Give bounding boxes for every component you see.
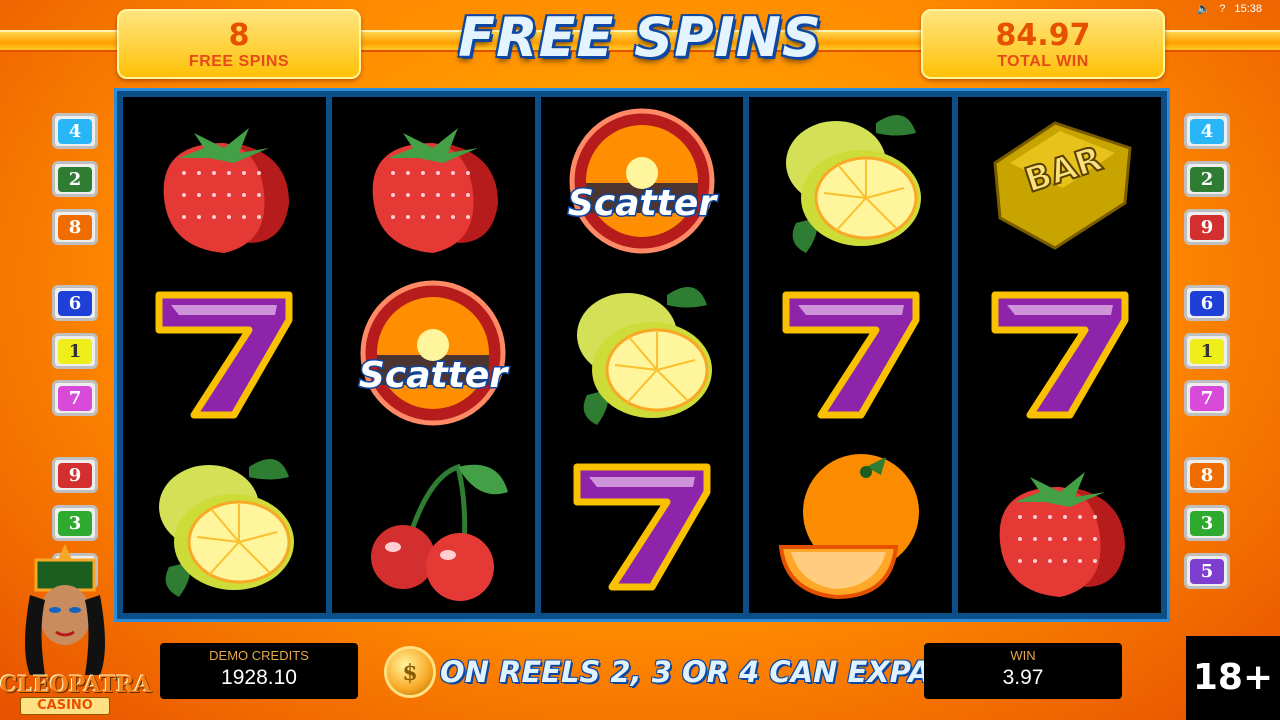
help-button[interactable]: ? (1219, 3, 1225, 15)
age-restriction-badge: 18+ (1186, 636, 1280, 720)
free-spins-count: 8 (228, 18, 250, 53)
payline-number: 9 (1190, 214, 1224, 240)
payline-marker-left[interactable]: 1 (52, 333, 98, 369)
lemon-symbol (749, 97, 952, 269)
scatter-symbol: Scatter (541, 97, 744, 269)
free-spins-label: FREE SPINS (188, 53, 290, 70)
system-bar: 🔈 ? 15:38 (1191, 2, 1262, 15)
lemon-symbol (123, 441, 326, 613)
total-win-box: 84.97 TOTAL WIN (921, 9, 1165, 79)
svg-text:$: $ (402, 660, 417, 686)
reel-5: BAR (958, 97, 1161, 613)
logo-subtitle: CASINO (20, 697, 110, 715)
payline-number: 1 (1190, 338, 1224, 364)
reel-3: Scatter (540, 97, 744, 613)
strawberry-symbol (332, 97, 535, 269)
win-value: 3.97 (1002, 666, 1044, 689)
credits-value: 1928.10 (221, 666, 297, 689)
feature-message: ON REELS 2, 3 OR 4 CAN EXPAND (440, 655, 979, 689)
payline-number: 8 (1190, 462, 1224, 488)
reel-1 (123, 97, 326, 613)
payline-marker-right[interactable]: 8 (1184, 457, 1230, 493)
credits-label: DEMO CREDITS (209, 648, 309, 663)
payline-marker-left[interactable]: 6 (52, 285, 98, 321)
cherry-symbol (332, 441, 535, 613)
seven-symbol (958, 269, 1161, 441)
logo-title: CLEOPATRA (0, 672, 152, 698)
payline-number: 1 (58, 338, 92, 364)
payline-marker-right[interactable]: 5 (1184, 553, 1230, 589)
payline-number: 2 (58, 166, 92, 192)
payline-number: 6 (1190, 290, 1224, 316)
reel-2: Scatter (331, 97, 535, 613)
win-label: WIN (1010, 648, 1036, 663)
payline-number: 5 (1190, 558, 1224, 584)
reel-area[interactable]: Scatter Scatter BAR (114, 88, 1170, 622)
orange-symbol (749, 441, 952, 613)
payline-marker-left[interactable]: 7 (52, 380, 98, 416)
payline-number: 9 (58, 462, 92, 488)
payline-marker-right[interactable]: 6 (1184, 285, 1230, 321)
win-panel: WIN 3.97 (924, 643, 1122, 699)
payline-number: 4 (1190, 118, 1224, 144)
coin-icon: $ (384, 646, 436, 698)
strawberry-symbol (958, 441, 1161, 613)
payline-number: 8 (58, 214, 92, 240)
lemon-symbol (541, 269, 744, 441)
payline-marker-right[interactable]: 1 (1184, 333, 1230, 369)
bar-symbol: BAR (958, 97, 1161, 269)
total-win-label: TOTAL WIN (997, 53, 1089, 70)
payline-marker-left[interactable]: 2 (52, 161, 98, 197)
seven-symbol (749, 269, 952, 441)
svg-text:Scatter: Scatter (359, 355, 509, 396)
game-title: FREE SPINS (458, 6, 822, 69)
payline-number: 7 (1190, 385, 1224, 411)
payline-marker-left[interactable]: 9 (52, 457, 98, 493)
seven-symbol (123, 269, 326, 441)
payline-marker-right[interactable]: 9 (1184, 209, 1230, 245)
payline-marker-right[interactable]: 4 (1184, 113, 1230, 149)
strawberry-symbol (123, 97, 326, 269)
seven-symbol (541, 441, 744, 613)
speaker-icon[interactable]: 🔈 (1197, 3, 1211, 15)
payline-marker-right[interactable]: 7 (1184, 380, 1230, 416)
payline-number: 4 (58, 118, 92, 144)
clock: 15:38 (1234, 3, 1262, 15)
scatter-symbol: Scatter (332, 269, 535, 441)
free-spins-counter: 8 FREE SPINS (117, 9, 361, 79)
credits-panel: DEMO CREDITS 1928.10 (160, 643, 358, 699)
payline-number: 2 (1190, 166, 1224, 192)
payline-number: 7 (58, 385, 92, 411)
payline-marker-right[interactable]: 2 (1184, 161, 1230, 197)
payline-marker-right[interactable]: 3 (1184, 505, 1230, 541)
payline-number: 6 (58, 290, 92, 316)
svg-text:Scatter: Scatter (568, 183, 718, 224)
reel-4 (749, 97, 953, 613)
payline-number: 3 (1190, 510, 1224, 536)
payline-number: 3 (58, 510, 92, 536)
payline-marker-left[interactable]: 8 (52, 209, 98, 245)
payline-marker-left[interactable]: 4 (52, 113, 98, 149)
payline-marker-left[interactable]: 3 (52, 505, 98, 541)
total-win-value: 84.97 (995, 18, 1091, 53)
